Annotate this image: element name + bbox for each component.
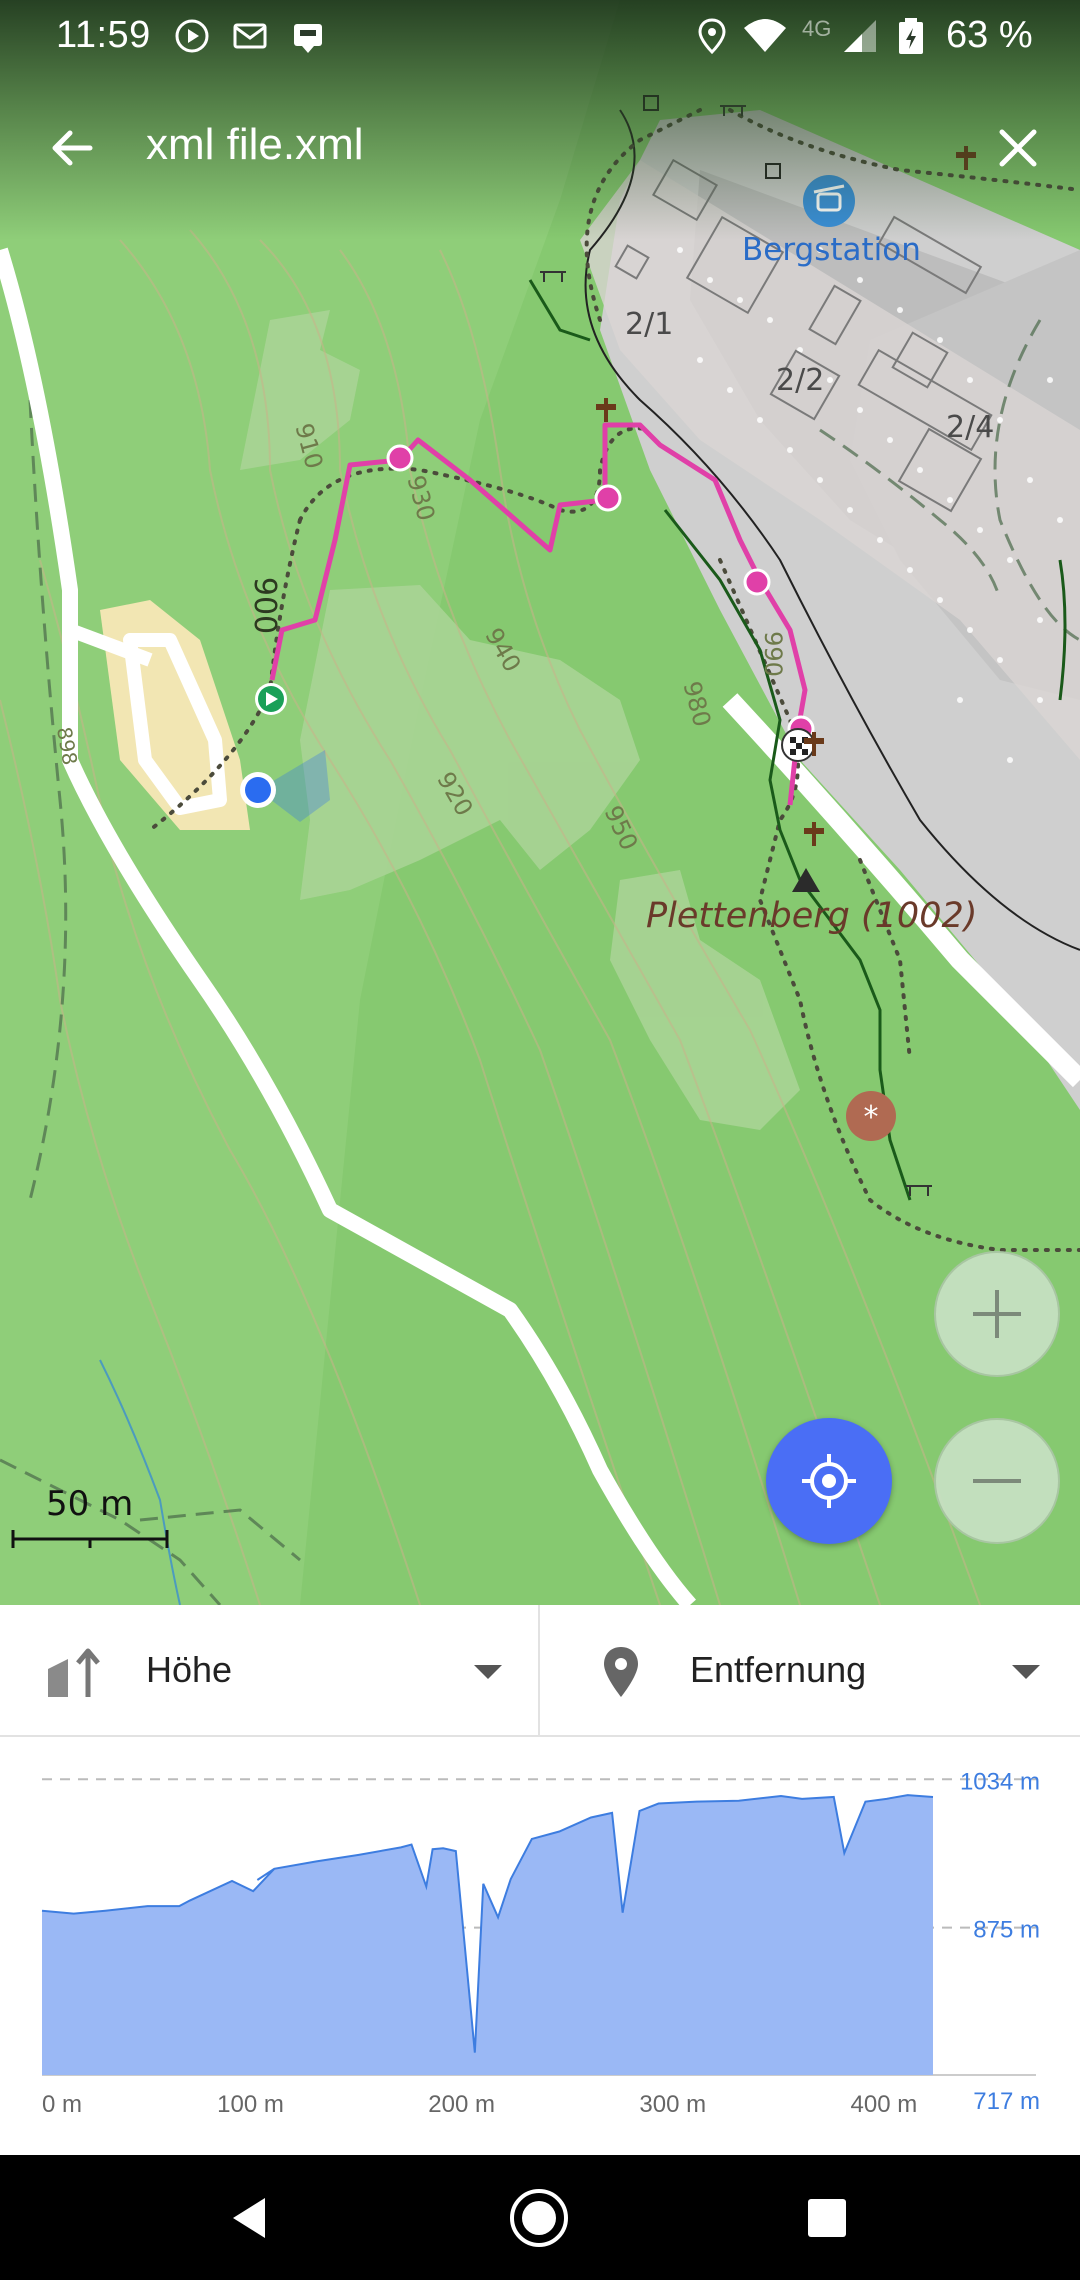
elevation-icon (48, 1648, 100, 1697)
building-label-2-4: 2/4 (946, 410, 995, 445)
navigation-bar (0, 2155, 1080, 2280)
x-axis-label: Entfernung (690, 1649, 867, 1690)
close-icon (999, 129, 1037, 167)
chevron-down-icon (474, 1665, 502, 1679)
network-type: 4G (802, 16, 832, 41)
close-button[interactable] (986, 116, 1050, 180)
elevation-chart[interactable]: 0 m 100 m 200 m 300 m 400 m 1034 m 875 m 717 m (0, 1737, 1080, 2155)
chart-y-tick-label: 1034 m (960, 1768, 1040, 1795)
my-location-icon (802, 1454, 856, 1508)
elevation-chart-svg[interactable]: 0 m 100 m 200 m 300 m 400 m 1034 m 875 m 717 m (0, 1737, 1080, 2155)
home-circle-icon (510, 2189, 568, 2247)
analysis-panel: Höhe Entfernung 0 m 100 m 200 m 300 m 400 m 1… (0, 1605, 1080, 2155)
chart-x-tick-label: 100 m (217, 2091, 284, 2118)
chart-x-tick-label: 400 m (851, 2091, 918, 2118)
chevron-down-icon (1012, 1665, 1040, 1679)
scale-label: 50 m (46, 1484, 134, 1524)
zoom-in-button[interactable] (934, 1251, 1060, 1377)
y-axis-selector[interactable]: Höhe (0, 1605, 540, 1737)
map-view[interactable]: * Bergstation 2/1 2/2 2/4 Plettenberg (1… (0, 0, 1080, 1605)
play-circle-icon (175, 19, 209, 53)
track-start-icon (255, 683, 287, 715)
wifi-icon (744, 19, 786, 52)
status-bar: 11:59 4G 63 % (0, 0, 1080, 72)
battery-percent: 63 % (946, 14, 1033, 56)
contour-label: 900 (247, 576, 283, 635)
scale-bar (11, 1530, 169, 1548)
minus-icon (973, 1479, 1021, 1483)
nav-back-button[interactable] (214, 2183, 284, 2253)
x-axis-selector[interactable]: Entfernung (542, 1605, 1080, 1737)
location-pin-icon (604, 1647, 638, 1697)
chart-x-tick-label: 200 m (428, 2091, 495, 2118)
contour-label: 990 (758, 631, 787, 677)
chart-x-tick-label: 0 m (42, 2091, 82, 2118)
nav-home-button[interactable] (504, 2183, 574, 2253)
status-time: 11:59 (56, 14, 151, 56)
download-bag-icon (294, 24, 322, 53)
back-button[interactable] (40, 116, 104, 180)
location-pin-icon (698, 18, 726, 55)
arrow-left-icon (52, 130, 93, 166)
chart-y-tick-label: 717 m (973, 2088, 1040, 2115)
building-label-2-2: 2/2 (776, 363, 825, 398)
zoom-out-button[interactable] (934, 1418, 1060, 1544)
elevation-area (42, 1795, 933, 2075)
square-recents-icon (808, 2199, 846, 2237)
mail-icon (233, 23, 267, 49)
battery-icon (899, 18, 923, 54)
file-title: xml file.xml (146, 120, 364, 169)
peak-label: Plettenberg (1002) (646, 896, 978, 936)
nav-recents-button[interactable] (792, 2183, 862, 2253)
plus-icon (973, 1290, 1021, 1338)
my-location-button[interactable] (766, 1418, 892, 1544)
signal-icon (844, 20, 876, 52)
chart-x-tick-label: 300 m (639, 2091, 706, 2118)
y-axis-label: Höhe (146, 1649, 233, 1690)
viewpoint-icon: * (846, 1091, 896, 1141)
axis-selector-row: Höhe Entfernung (0, 1605, 1080, 1737)
chart-y-tick-label: 875 m (973, 1917, 1040, 1944)
triangle-back-icon (233, 2198, 265, 2238)
svg-text:*: * (864, 1100, 879, 1135)
track-finish-icon (781, 728, 815, 762)
building-label-2-1: 2/1 (625, 307, 674, 342)
